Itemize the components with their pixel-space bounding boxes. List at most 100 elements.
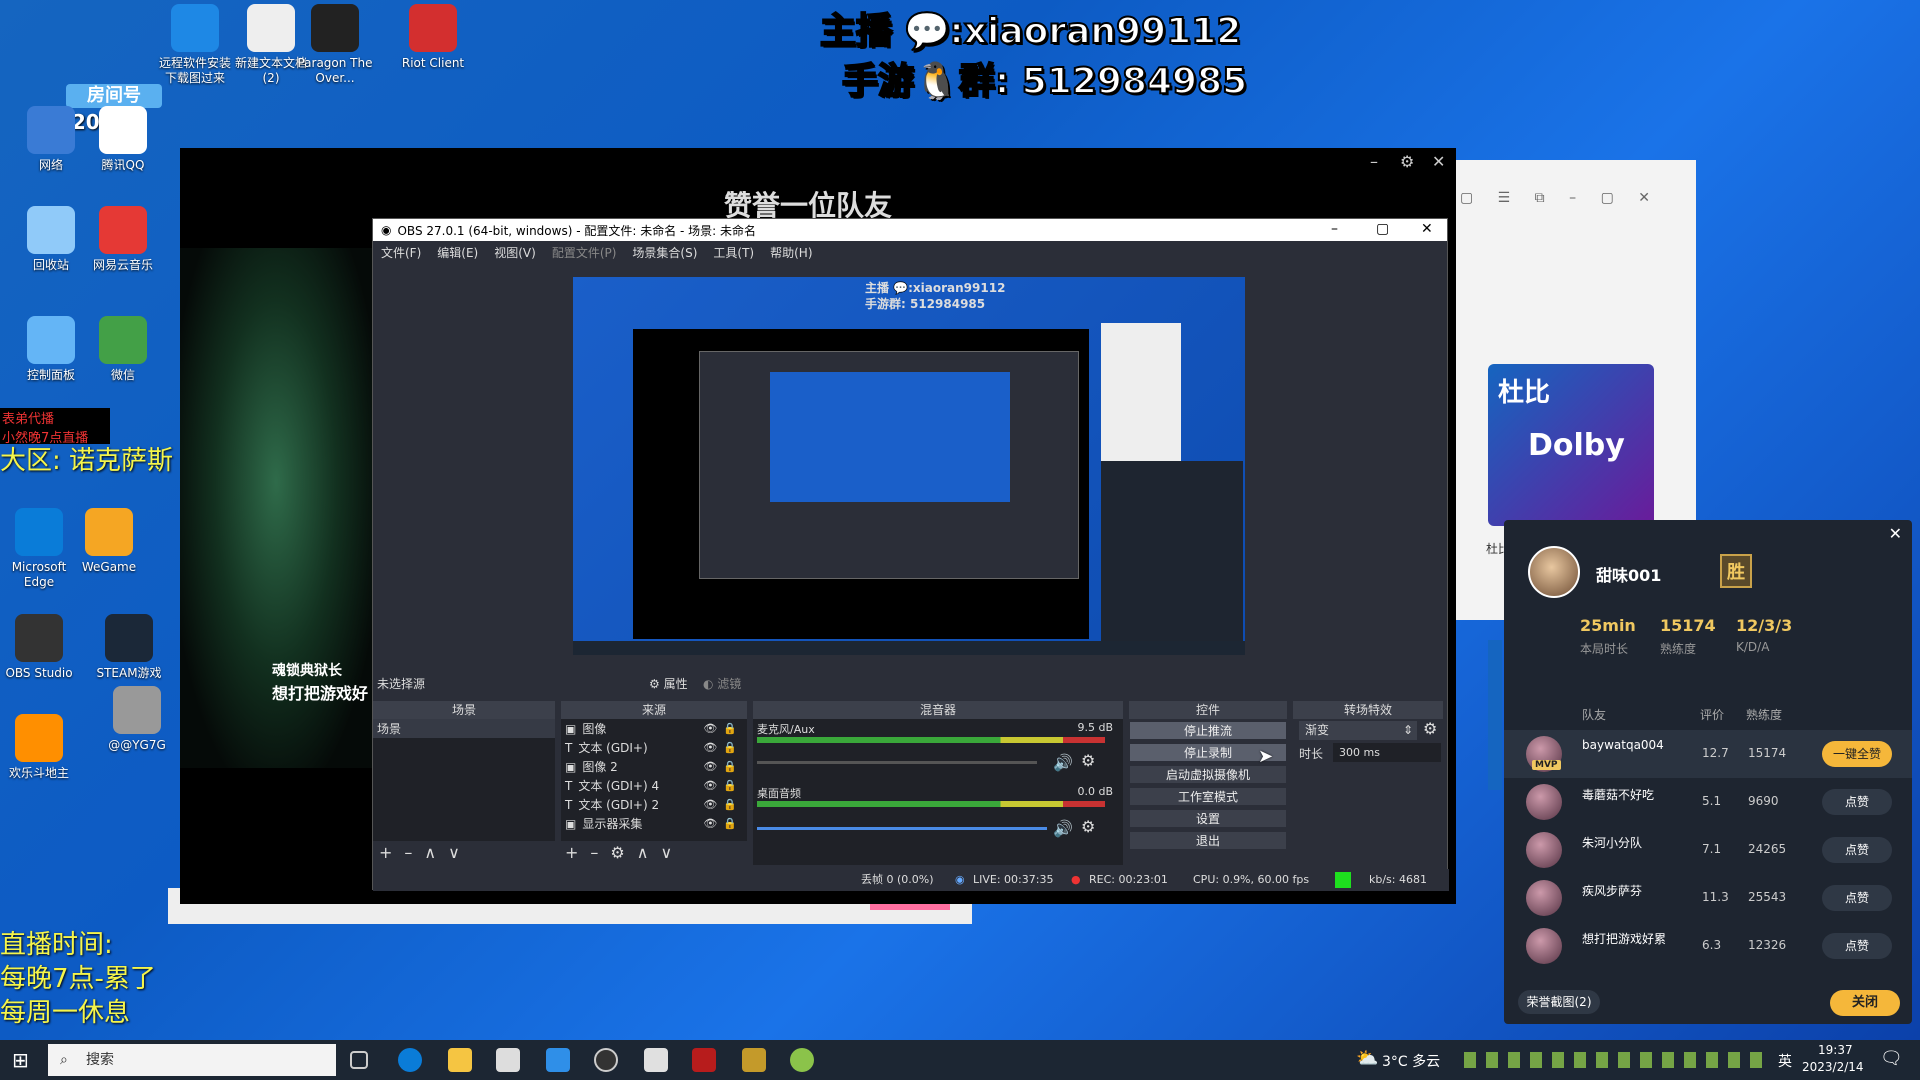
game-close-button[interactable]: ✕ — [1432, 152, 1445, 171]
taskbar-search[interactable]: ⌕ 搜索 — [48, 1044, 336, 1076]
desktop-icon[interactable]: 微信 — [84, 316, 162, 383]
source-toolbar[interactable]: +–⚙∧∨ — [565, 843, 684, 862]
honor-screenshot-button[interactable]: 荣誉截图(2) — [1518, 990, 1600, 1014]
league-taskbar-icon[interactable] — [742, 1048, 766, 1072]
game-minimize-button[interactable]: – — [1370, 152, 1378, 171]
desktop-icon[interactable]: Riot Client — [394, 4, 472, 71]
duration-input[interactable]: 300 ms — [1333, 743, 1441, 762]
desktop-icon[interactable]: OBS Studio — [0, 614, 78, 681]
desktop-icon[interactable]: 腾讯QQ — [84, 106, 162, 173]
like-button[interactable]: 点赞 — [1822, 933, 1892, 959]
filters-button[interactable]: ◐ 滤镜 — [703, 675, 741, 692]
scenes-list[interactable]: 场景 — [373, 719, 555, 841]
mail-taskbar-icon[interactable] — [546, 1048, 570, 1072]
source-item[interactable]: T 文本 (GDI+) 👁🔒 — [561, 738, 747, 757]
obs-maximize-button[interactable]: ▢ — [1376, 221, 1389, 237]
desktop-icon[interactable]: 网络 — [12, 106, 90, 173]
desktop-icon[interactable]: 远程软件安装 下载图过来 — [156, 4, 234, 86]
desktop-icon[interactable]: 回收站 — [12, 206, 90, 273]
menu-scene-collection[interactable]: 场景集合(S) — [624, 244, 705, 261]
stop-streaming-button[interactable]: 停止推流 — [1129, 721, 1287, 740]
settings-button[interactable]: 设置 — [1129, 809, 1287, 828]
obs-preview[interactable]: 主播 💬:xiaoran99112 手游群: 512984985 — [573, 277, 1245, 655]
app-icon — [85, 508, 133, 556]
source-item[interactable]: T 文本 (GDI+) 4 👁🔒 — [561, 776, 747, 795]
visibility-lock-icons[interactable]: 👁🔒 — [703, 779, 743, 792]
menu-profile[interactable]: 配置文件(P) — [544, 244, 625, 261]
transition-select[interactable]: 渐变 ⇕ — [1299, 721, 1417, 740]
exit-button[interactable]: 退出 — [1129, 831, 1287, 850]
obs-minimize-button[interactable]: – — [1331, 221, 1338, 237]
game-settings-icon[interactable]: ⚙ — [1400, 152, 1414, 171]
transition-gear-icon[interactable]: ⚙ — [1423, 719, 1437, 738]
properties-button[interactable]: ⚙ 属性 — [649, 675, 688, 692]
like-button[interactable]: 点赞 — [1822, 789, 1892, 815]
obs-menubar: 文件(F) 编辑(E) 视图(V) 配置文件(P) 场景集合(S) 工具(T) … — [373, 241, 1447, 263]
menu-file[interactable]: 文件(F) — [373, 244, 429, 261]
desktop-icon[interactable]: STEAM游戏 — [90, 614, 168, 681]
store-taskbar-icon[interactable] — [496, 1048, 520, 1072]
source-item[interactable]: ▣ 图像 2 👁🔒 — [561, 757, 747, 776]
visibility-lock-icons[interactable]: 👁🔒 — [703, 817, 743, 830]
notification-icon[interactable]: 🗨 — [1880, 1048, 1903, 1069]
visibility-lock-icons[interactable]: 👁🔒 — [703, 722, 743, 735]
sources-list[interactable]: ▣ 图像 👁🔒 T 文本 (GDI+) 👁🔒 ▣ 图像 2 👁🔒 T 文本 (GDI+) 4 👁🔒 T 文… — [561, 719, 747, 841]
scene-item[interactable]: 场景 — [373, 719, 555, 738]
app-icon — [99, 206, 147, 254]
ime-indicator[interactable]: 英 — [1778, 1051, 1792, 1071]
studio-mode-button[interactable]: 工作室模式 — [1129, 787, 1287, 806]
like-button[interactable]: 点赞 — [1822, 885, 1892, 911]
mixer-mic-fader[interactable] — [757, 761, 1037, 764]
game-taskbar-icon[interactable] — [790, 1048, 814, 1072]
panel-close-button[interactable]: 关闭 — [1830, 990, 1900, 1016]
visibility-lock-icons[interactable]: 👁🔒 — [703, 760, 743, 773]
dolby-tile[interactable]: 杜比 Dolby — [1488, 364, 1654, 526]
scene-toolbar[interactable]: +–∧∨ — [379, 843, 472, 862]
clock-date[interactable]: 2023/2/14 — [1802, 1060, 1864, 1074]
desktop-icon[interactable]: 控制面板 — [12, 316, 90, 383]
app-taskbar-icon[interactable] — [644, 1048, 668, 1072]
menu-tools[interactable]: 工具(T) — [705, 244, 762, 261]
wegame-taskbar-icon[interactable] — [692, 1048, 716, 1072]
tile-2[interactable] — [1488, 640, 1502, 790]
clock-time[interactable]: 19:37 — [1818, 1043, 1853, 1057]
obs-close-button[interactable]: ✕ — [1421, 221, 1433, 237]
tray-icons[interactable] — [1464, 1052, 1764, 1068]
desktop-icon[interactable]: WeGame — [70, 508, 148, 575]
panel-close-icon[interactable]: ✕ — [1889, 524, 1902, 543]
obs-window[interactable]: ◉ OBS 27.0.1 (64-bit, windows) - 配置文件: 未… — [372, 218, 1449, 891]
preview-panel — [1101, 461, 1243, 641]
menu-view[interactable]: 视图(V) — [486, 244, 544, 261]
honor-panel[interactable]: ✕ 甜味001 胜 25min 本局时长 15174 熟练度 12/3/3 K/D/A 队… — [1504, 520, 1912, 1024]
source-item[interactable]: ▣ 显示器采集 👁🔒 — [561, 814, 747, 833]
desktop-icon[interactable]: @@YG7G — [98, 686, 176, 753]
image-source-icon: ▣ — [565, 759, 577, 774]
start-virtual-camera-button[interactable]: 启动虚拟摄像机 — [1129, 765, 1287, 784]
obs-titlebar[interactable]: ◉ OBS 27.0.1 (64-bit, windows) - 配置文件: 未… — [373, 219, 1447, 241]
explorer-taskbar-icon[interactable] — [448, 1048, 472, 1072]
task-view-icon[interactable] — [350, 1051, 368, 1069]
desktop-icon[interactable]: Paragon The Over... — [296, 4, 374, 86]
start-button[interactable]: ⊞ — [12, 1048, 29, 1072]
mixer-desktop-fader[interactable] — [757, 827, 1047, 830]
bg-window-controls[interactable]: ▢ ☰ ⧉ – ▢ ✕ — [1460, 190, 1690, 206]
obs-taskbar-icon[interactable] — [594, 1048, 618, 1072]
source-item[interactable]: ▣ 图像 👁🔒 — [561, 719, 747, 738]
mixer-desktop-gear-icon[interactable]: ⚙ — [1081, 817, 1095, 836]
source-item[interactable]: T 文本 (GDI+) 2 👁🔒 — [561, 795, 747, 814]
desktop-icon[interactable]: Microsoft Edge — [0, 508, 78, 590]
mixer-mic-gear-icon[interactable]: ⚙ — [1081, 751, 1095, 770]
menu-edit[interactable]: 编辑(E) — [429, 244, 486, 261]
desktop-icon[interactable]: 网易云音乐 — [84, 206, 162, 273]
mixer-desktop-speaker-icon[interactable]: 🔊 — [1053, 819, 1073, 838]
weather-text[interactable]: 3°C 多云 — [1382, 1051, 1440, 1071]
like-all-button[interactable]: 一键全赞 — [1822, 741, 1892, 767]
taskbar: ⊞ ⌕ 搜索 ⛅ 3°C 多云 英 19:37 2023/2/14 🗨 — [0, 1040, 1920, 1080]
mixer-mic-speaker-icon[interactable]: 🔊 — [1053, 753, 1073, 772]
menu-help[interactable]: 帮助(H) — [762, 244, 820, 261]
edge-taskbar-icon[interactable] — [398, 1048, 422, 1072]
desktop-icon[interactable]: 欢乐斗地主 — [0, 714, 78, 781]
visibility-lock-icons[interactable]: 👁🔒 — [703, 798, 743, 811]
like-button[interactable]: 点赞 — [1822, 837, 1892, 863]
visibility-lock-icons[interactable]: 👁🔒 — [703, 741, 743, 754]
